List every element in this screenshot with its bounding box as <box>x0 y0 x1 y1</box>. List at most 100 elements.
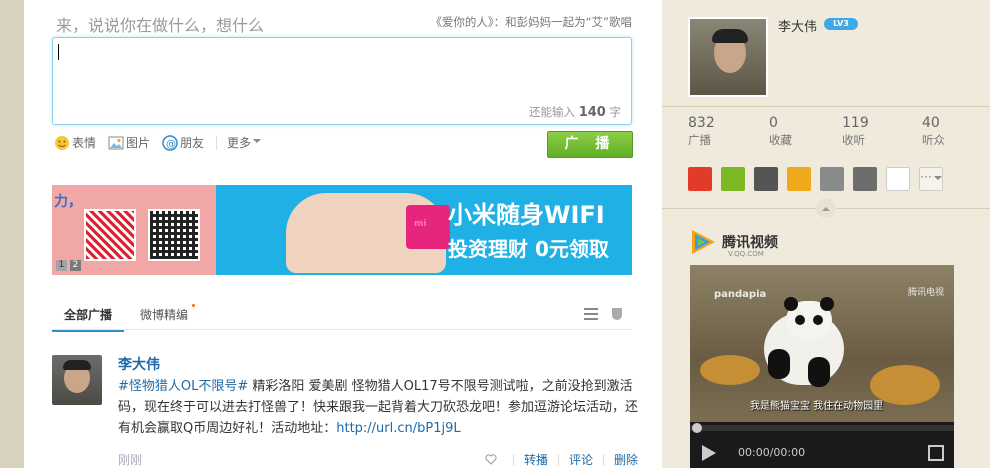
heart-icon[interactable] <box>485 454 497 465</box>
star-app-icon[interactable] <box>688 167 712 191</box>
progress-knob[interactable] <box>692 423 702 433</box>
leaf-shape <box>700 355 760 385</box>
promo-link[interactable]: 《爱你的人》：和彭妈妈一起为“艾”歌唱 <box>430 15 632 29</box>
banner-subtitle: 投资理财 0元领取 <box>448 237 609 261</box>
at-sign-icon: @ <box>162 134 178 151</box>
banner-page-1[interactable]: 1 <box>56 260 67 271</box>
image-icon <box>108 136 124 149</box>
new-dot-icon <box>192 304 196 307</box>
video-watermark-left: pandapia <box>714 289 767 300</box>
stat-number: 0 <box>769 115 778 131</box>
qq-app-icon[interactable] <box>787 167 811 191</box>
post-url-link[interactable]: http://url.cn/bP1j9L <box>336 421 460 436</box>
progress-bar[interactable] <box>690 425 954 431</box>
composer-prompt: 来，说说你在做什么，想什么 <box>56 16 265 35</box>
smiley-icon <box>55 135 69 150</box>
promo-link-line: 《爱你的人》：和彭妈妈一起为“艾”歌唱 <box>430 14 632 30</box>
tab-featured[interactable]: 微博精编 <box>140 304 196 323</box>
hair-shape <box>712 29 748 43</box>
mention-friend-button[interactable]: @ 朋友 <box>162 134 204 151</box>
text-caret <box>58 44 59 60</box>
compose-textarea[interactable]: 还能输入 140 字 <box>52 37 632 125</box>
avatar[interactable] <box>52 355 102 405</box>
post-time[interactable]: 刚刚 <box>118 453 142 467</box>
action-divider <box>557 453 559 466</box>
app-icon-row: ··· <box>688 167 952 191</box>
emoji-label: 表情 <box>72 136 97 150</box>
broadcast-button[interactable]: 广 播 <box>547 131 633 158</box>
video-frame: pandapia 腾讯电视 我是熊猫宝宝 我住在动物园里 <box>690 265 954 422</box>
post-actions: 转播 评论 删除 <box>485 451 638 468</box>
video-subtitle: 我是熊猫宝宝 我住在动物园里 <box>750 401 884 412</box>
post-text: #怪物猎人OL不限号# 精彩洛阳 爱美剧 怪物猎人OL17号不限号测试啦，之前没… <box>118 376 638 439</box>
banner-page-2[interactable]: 2 <box>70 260 81 271</box>
level-badge: LV3 <box>824 18 858 30</box>
profile-avatar[interactable] <box>688 17 768 97</box>
image-button[interactable]: 图片 <box>108 134 150 151</box>
composer-toolbar: 表情 图片 @ 朋友 更多 <box>54 134 273 151</box>
delete-button[interactable]: 删除 <box>614 451 638 468</box>
action-divider <box>512 453 514 466</box>
more-label: 更多 <box>227 136 252 150</box>
stat-number: 40 <box>922 115 940 131</box>
feed-tabs: 全部广播 微博精编 <box>51 300 632 332</box>
video-player[interactable]: pandapia 腾讯电视 我是熊猫宝宝 我住在动物园里 00:00/00:00 <box>690 265 954 468</box>
fullscreen-icon[interactable] <box>928 445 944 461</box>
tencent-video-play-icon <box>692 230 715 254</box>
sidebar: 李大伟 LV3 832 广播 0 收藏 119 收听 40 听众 ··· 腾讯视… <box>662 0 990 468</box>
panda-ear <box>820 297 834 311</box>
stat-number: 119 <box>842 115 869 131</box>
stat-number: 832 <box>688 115 715 131</box>
note-app-icon[interactable] <box>853 167 877 191</box>
retweet-button[interactable]: 转播 <box>524 451 548 468</box>
dongle-logo: mi <box>414 219 427 229</box>
more-apps-button[interactable]: ··· <box>919 167 943 191</box>
blank-app-icon[interactable] <box>886 167 910 191</box>
author-name-link[interactable]: 李大伟 <box>118 354 160 374</box>
counter-prefix: 还能输入 <box>529 105 576 119</box>
video-brand: 腾讯视频 <box>722 235 778 251</box>
panda-head <box>784 297 834 339</box>
ad-banner[interactable]: 力， 1 2 mi 小米随身WIFI 投资理财 0元领取 <box>52 185 632 275</box>
comment-button[interactable]: 评论 <box>569 451 593 468</box>
shield-icon[interactable] <box>612 308 622 320</box>
collapse-arrow-icon[interactable] <box>816 198 836 218</box>
banner-right-panel: mi 小米随身WIFI 投资理财 0元领取 <box>216 185 632 275</box>
list-view-icon[interactable] <box>584 308 598 320</box>
emoji-button[interactable]: 表情 <box>54 134 96 151</box>
play-icon[interactable] <box>702 445 716 461</box>
stat-favorites[interactable]: 0 收藏 <box>769 115 792 148</box>
hashtag-link[interactable]: #怪物猎人OL不限号# <box>118 379 248 394</box>
stat-broadcasts[interactable]: 832 广播 <box>688 115 715 148</box>
qr-code-image <box>84 209 136 261</box>
stat-label: 广播 <box>688 133 711 147</box>
panda-ear <box>784 297 798 311</box>
stat-label: 收听 <box>842 133 865 147</box>
more-dropdown[interactable]: 更多 <box>227 134 261 151</box>
chat-app-icon[interactable] <box>820 167 844 191</box>
panda-eye <box>795 315 805 325</box>
counter-value: 140 <box>578 105 606 120</box>
tab-all-broadcasts[interactable]: 全部广播 <box>51 306 125 332</box>
panda-paw <box>768 349 790 379</box>
video-brand-sub: V.QQ.COM <box>728 250 764 258</box>
banner-slogan: 力， <box>54 194 82 210</box>
image-label: 图片 <box>126 136 151 150</box>
stat-following[interactable]: 119 收听 <box>842 115 869 148</box>
stat-followers[interactable]: 40 听众 <box>922 115 945 148</box>
svg-text:@: @ <box>166 139 176 150</box>
stat-label: 收藏 <box>769 133 792 147</box>
main-column: 来，说说你在做什么，想什么 《爱你的人》：和彭妈妈一起为“艾”歌唱 还能输入 1… <box>24 0 662 468</box>
char-counter: 还能输入 140 字 <box>529 104 621 120</box>
banner-left-panel: 力， 1 2 <box>52 185 216 275</box>
banner-title: 小米随身WIFI <box>448 201 605 229</box>
panda-paw <box>808 357 830 387</box>
hair-shape <box>63 360 91 370</box>
search-app-icon[interactable] <box>754 167 778 191</box>
qr-code-image <box>148 209 200 261</box>
post-meta: 刚刚 转播 评论 删除 <box>118 451 638 468</box>
video-time: 00:00/00:00 <box>738 446 806 459</box>
friend-label: 朋友 <box>180 136 205 150</box>
profile-name[interactable]: 李大伟 <box>778 16 817 35</box>
music-app-icon[interactable] <box>721 167 745 191</box>
